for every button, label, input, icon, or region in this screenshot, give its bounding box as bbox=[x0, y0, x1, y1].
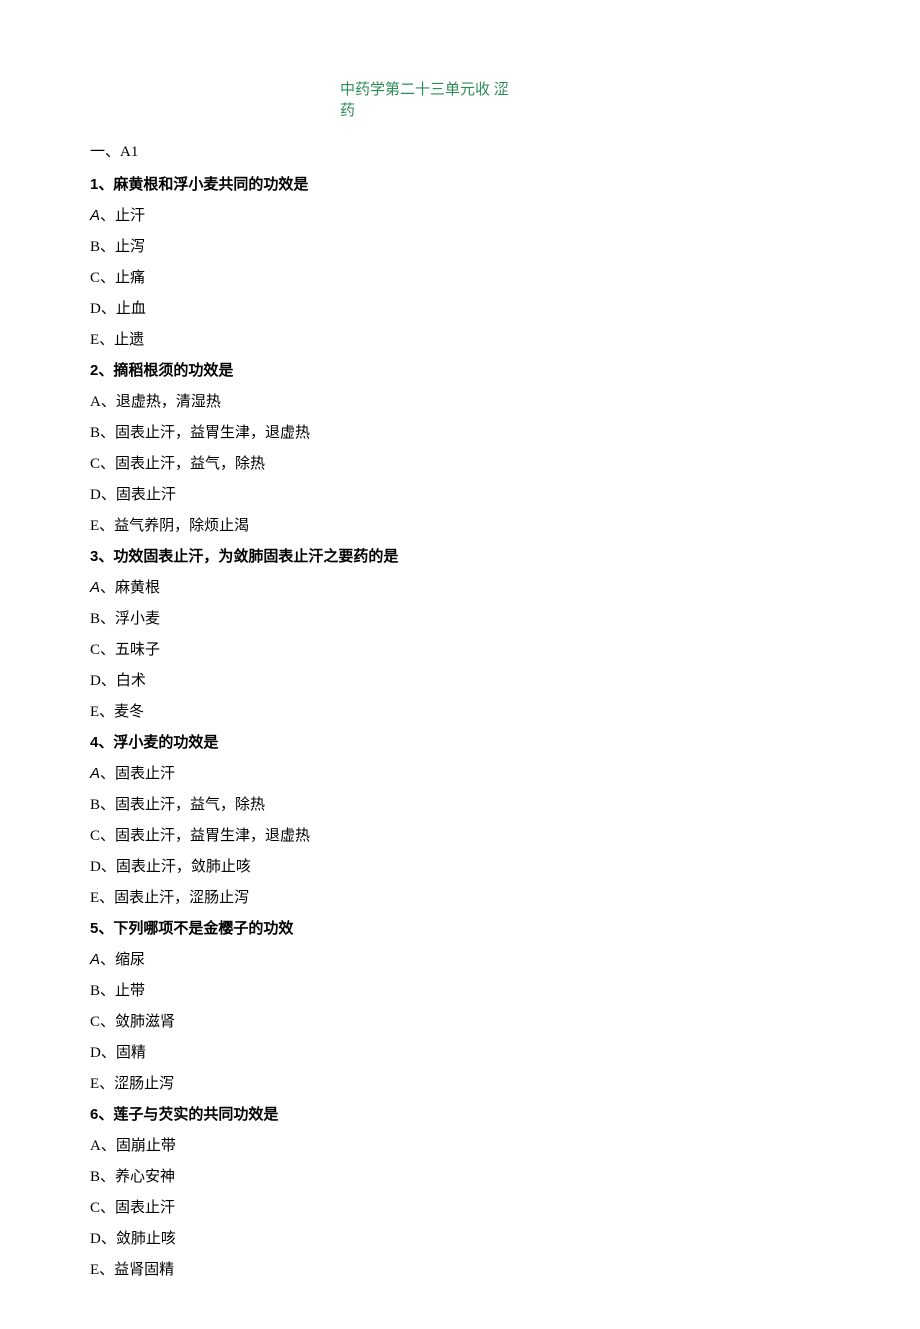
option-text: D、固精 bbox=[90, 1041, 830, 1062]
option-text: A、退虚热，清湿热 bbox=[90, 390, 830, 411]
option-text: B、止泻 bbox=[90, 235, 830, 256]
option-a-label: A bbox=[90, 207, 100, 224]
option-text: D、止血 bbox=[90, 297, 830, 318]
question-text: 1、麻黄根和浮小麦共同的功效是 bbox=[90, 173, 830, 194]
option-text: B、固表止汗，益气，除热 bbox=[90, 793, 830, 814]
option-text: D、固表止汗，敛肺止咳 bbox=[90, 855, 830, 876]
question-text: 2、摘稻根须的功效是 bbox=[90, 359, 830, 380]
option-text: A、固崩止带 bbox=[90, 1134, 830, 1155]
option-text: B、浮小麦 bbox=[90, 607, 830, 628]
option-text: A、麻黄根 bbox=[90, 576, 830, 597]
option-rest: 、止汗 bbox=[100, 208, 145, 224]
option-text: C、敛肺滋肾 bbox=[90, 1010, 830, 1031]
option-rest: 、固表止汗 bbox=[100, 766, 175, 782]
question-text: 4、浮小麦的功效是 bbox=[90, 731, 830, 752]
option-text: C、固表止汗 bbox=[90, 1196, 830, 1217]
document-title: 中药学第二十三单元收 涩药 bbox=[340, 80, 520, 122]
option-text: B、止带 bbox=[90, 979, 830, 1000]
option-text: D、白术 bbox=[90, 669, 830, 690]
section-label: 一、A1 bbox=[90, 140, 830, 161]
option-a-label: A bbox=[90, 579, 100, 596]
option-text: C、固表止汗，益气，除热 bbox=[90, 452, 830, 473]
option-text: E、止遗 bbox=[90, 328, 830, 349]
option-text: A、缩尿 bbox=[90, 948, 830, 969]
document-page: 中药学第二十三单元收 涩药 一、A1 1、麻黄根和浮小麦共同的功效是A、止汗B、… bbox=[0, 0, 920, 1329]
option-text: E、益肾固精 bbox=[90, 1258, 830, 1279]
option-text: D、固表止汗 bbox=[90, 483, 830, 504]
option-text: E、涩肠止泻 bbox=[90, 1072, 830, 1093]
questions-container: 1、麻黄根和浮小麦共同的功效是A、止汗B、止泻C、止痛D、止血E、止遗2、摘稻根… bbox=[90, 173, 830, 1279]
option-text: C、止痛 bbox=[90, 266, 830, 287]
option-text: E、益气养阴，除烦止渴 bbox=[90, 514, 830, 535]
question-text: 3、功效固表止汗，为敛肺固表止汗之要药的是 bbox=[90, 545, 830, 566]
option-text: E、麦冬 bbox=[90, 700, 830, 721]
question-text: 5、下列哪项不是金樱子的功效 bbox=[90, 917, 830, 938]
option-a-label: A bbox=[90, 951, 100, 968]
option-text: C、五味子 bbox=[90, 638, 830, 659]
option-text: A、止汗 bbox=[90, 204, 830, 225]
option-text: B、固表止汗，益胃生津，退虚热 bbox=[90, 421, 830, 442]
option-a-label: A bbox=[90, 765, 100, 782]
option-text: E、固表止汗，涩肠止泻 bbox=[90, 886, 830, 907]
option-text: A、固表止汗 bbox=[90, 762, 830, 783]
option-text: D、敛肺止咳 bbox=[90, 1227, 830, 1248]
question-text: 6、莲子与芡实的共同功效是 bbox=[90, 1103, 830, 1124]
option-rest: 、缩尿 bbox=[100, 952, 145, 968]
option-text: B、养心安神 bbox=[90, 1165, 830, 1186]
option-rest: 、麻黄根 bbox=[100, 580, 160, 596]
option-text: C、固表止汗，益胃生津，退虚热 bbox=[90, 824, 830, 845]
